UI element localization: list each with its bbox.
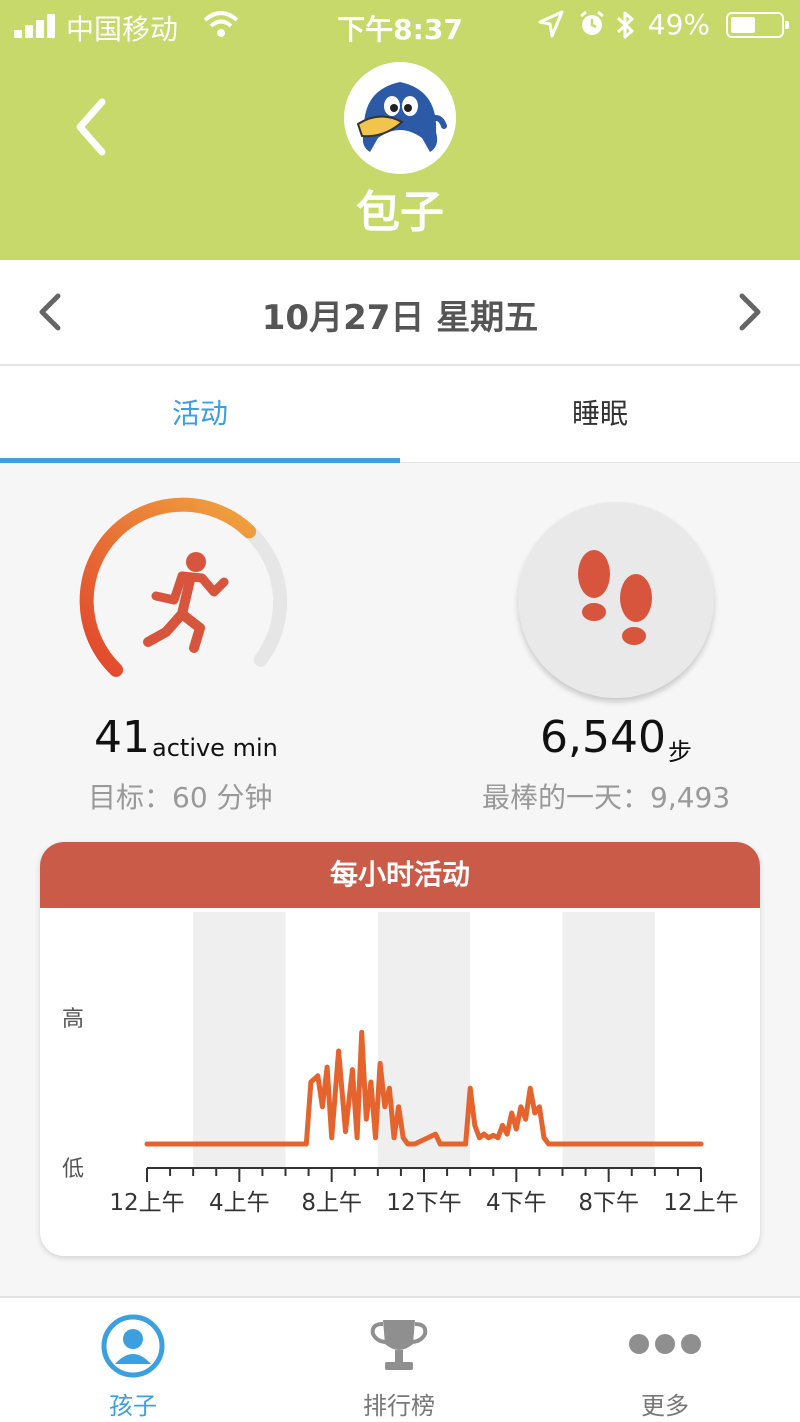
child-profile-icon (101, 1314, 165, 1378)
active-minutes-value: 41 (94, 712, 150, 763)
x-tick-label: 8下午 (578, 1190, 639, 1216)
hourly-activity-title: 每小时活动 (40, 842, 760, 908)
date-navigation: 10月27日 星期五 (0, 260, 800, 366)
x-tick-label: 12下午 (386, 1190, 461, 1216)
chevron-right-icon (739, 293, 761, 331)
active-minutes-goal: 目标：60 分钟 (88, 781, 273, 814)
location-arrow-icon (538, 10, 564, 38)
hourly-activity-card: 每小时活动 高 低 12上午 4上午 8上午 12下午 4下午 8下午 12上午 (40, 842, 760, 1256)
profile-name: 包子 (356, 187, 444, 238)
bottom-tab-bar: 孩子 排行榜 更多 (0, 1296, 800, 1422)
steps-badge (518, 502, 714, 698)
active-minutes-unit: active min (152, 734, 278, 762)
tabbar-kids[interactable]: 孩子 (0, 1298, 266, 1422)
chevron-left-icon (76, 98, 106, 156)
tabbar-more-label: 更多 (641, 1392, 689, 1420)
ring-track (237, 520, 288, 667)
tabbar-kids-label: 孩子 (109, 1392, 157, 1420)
trophy-icon (370, 1320, 428, 1370)
steps-best-day: 最棒的一天：9,493 (482, 781, 731, 814)
date-label: 10月27日 星期五 (261, 298, 539, 338)
alarm-clock-icon (580, 10, 604, 35)
battery-icon (726, 12, 789, 38)
status-bar: 中国移动 下午8:37 49% (0, 0, 800, 50)
more-dots-icon (629, 1334, 701, 1354)
x-tick-label: 12上午 (109, 1190, 184, 1216)
tabbar-leaderboard[interactable]: 排行榜 (266, 1298, 532, 1422)
activity-progress-ring (79, 497, 288, 677)
activity-sleep-tabs: 活动 睡眠 (0, 366, 800, 463)
time-band (193, 912, 286, 1168)
back-button[interactable] (62, 92, 122, 162)
y-label-low: 低 (62, 1157, 84, 1182)
x-tick-label: 8上午 (301, 1190, 362, 1216)
steps-value: 6,540 (540, 712, 666, 763)
next-day-button[interactable] (730, 290, 770, 334)
running-person-icon (143, 552, 229, 653)
tab-activity[interactable]: 活动 (0, 366, 400, 462)
active-tab-indicator (0, 458, 400, 463)
y-label-high: 高 (62, 1007, 84, 1032)
avatar[interactable] (344, 62, 456, 174)
tabbar-leaderboard-label: 排行榜 (363, 1392, 435, 1420)
time-band (562, 912, 655, 1168)
x-tick-label: 4上午 (209, 1190, 270, 1216)
bluetooth-icon (616, 11, 634, 39)
x-tick-label: 12上午 (663, 1190, 738, 1216)
tab-sleep[interactable]: 睡眠 (400, 366, 800, 462)
battery-percent: 49% (647, 8, 710, 41)
penguin-avatar (344, 62, 456, 174)
steps-unit: 步 (668, 738, 692, 766)
tabbar-more[interactable]: 更多 (532, 1298, 798, 1422)
footprints-icon (578, 550, 652, 645)
hourly-activity-chart: 高 低 12上午 4上午 8上午 12下午 4下午 8下午 12上午 (62, 912, 739, 1216)
x-tick-label: 4下午 (486, 1190, 547, 1216)
